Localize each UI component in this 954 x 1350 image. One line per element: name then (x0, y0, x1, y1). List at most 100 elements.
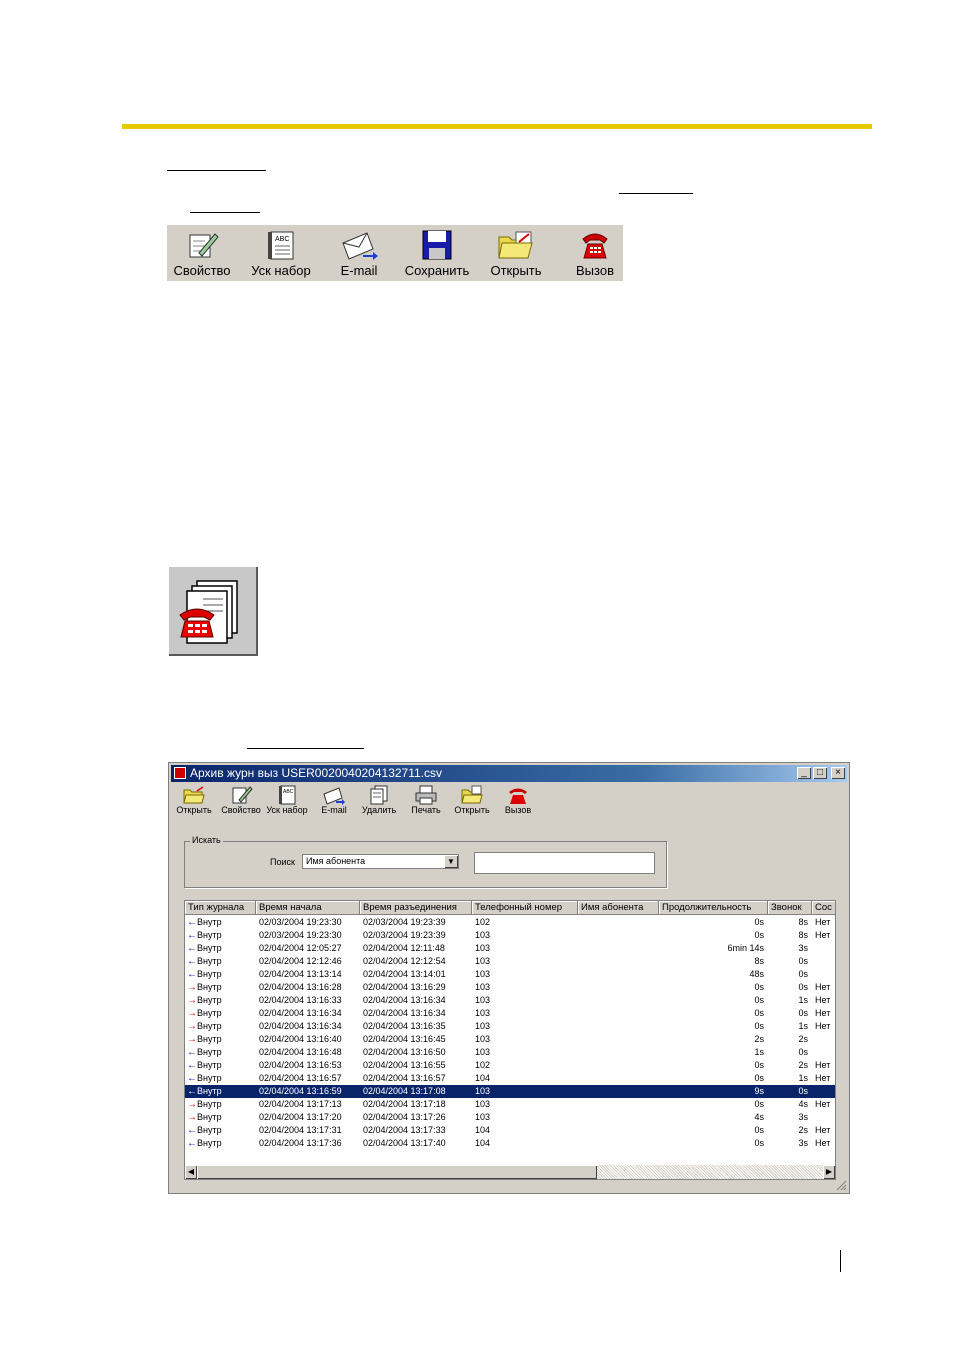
resize-grip-icon[interactable] (835, 1179, 847, 1191)
property-button[interactable]: Свойство (221, 785, 261, 815)
log-type: Внутр (197, 1086, 222, 1096)
ring-cell: 8s (798, 930, 808, 940)
column-header[interactable]: Телефонный номер (472, 901, 578, 915)
column-header[interactable]: Время разъединения (360, 901, 472, 915)
email-label: E-mail (321, 805, 347, 815)
minimize-button[interactable]: _ (797, 767, 811, 779)
open-label: Открыть (490, 263, 542, 278)
arrow-left-icon: ← (187, 943, 197, 954)
open-button[interactable]: Открыть (485, 225, 547, 281)
status-cell: Нет (815, 1099, 831, 1109)
number-cell: 103 (475, 1112, 491, 1122)
ring-cell: 0s (798, 982, 808, 992)
open-folder-icon (498, 231, 533, 259)
save-button[interactable]: Сохранить (400, 225, 474, 281)
delete-button[interactable]: Удалить (359, 785, 399, 815)
open-button[interactable]: Открыть (176, 785, 212, 815)
scroll-right-icon[interactable]: ▶ (823, 1165, 835, 1179)
email-icon (323, 787, 345, 805)
number-cell: 103 (475, 1008, 491, 1018)
table-row[interactable]: →Внутр 02/04/2004 13:16:34 02/04/2004 13:1… (185, 1007, 835, 1020)
log-type: Внутр (197, 943, 222, 953)
scroll-left-icon[interactable]: ◀ (185, 1165, 197, 1179)
table-row[interactable]: →Внутр 02/04/2004 13:17:13 02/04/2004 13:1… (185, 1098, 835, 1111)
print-button[interactable]: Печать (407, 785, 445, 815)
column-header[interactable]: Сос (812, 901, 835, 915)
table-row[interactable]: ←Внутр 02/03/2004 19:23:30 02/03/2004 19:2… (185, 916, 835, 929)
duration-cell: 2s (754, 1034, 764, 1044)
table-row[interactable]: ←Внутр 02/04/2004 13:16:48 02/04/2004 13:1… (185, 1046, 835, 1059)
ring-cell: 1s (798, 1073, 808, 1083)
property-button[interactable]: Свойство (167, 225, 237, 281)
search-field-select[interactable]: Имя абонента ▼ (302, 854, 459, 869)
duration-cell: 0s (754, 1125, 764, 1135)
scrollbar-thumb[interactable] (197, 1165, 597, 1179)
close-button[interactable]: × (831, 767, 845, 779)
svg-text:ABC: ABC (283, 789, 294, 795)
log-type-cell: →Внутр (187, 1007, 256, 1020)
speed-dial-button[interactable]: ABC Уск набор (265, 785, 309, 815)
table-row[interactable]: →Внутр 02/04/2004 13:16:33 02/04/2004 13:1… (185, 994, 835, 1007)
horizontal-scrollbar[interactable]: ◀ ▶ (185, 1165, 835, 1179)
header-rule (122, 124, 872, 129)
ring-cell: 0s (798, 969, 808, 979)
search-input[interactable] (474, 852, 655, 874)
arrow-left-icon: ← (187, 1086, 197, 1097)
column-header[interactable]: Имя абонента (578, 901, 659, 915)
ring-cell: 3s (798, 1138, 808, 1148)
column-header[interactable]: Звонок (768, 901, 812, 915)
chevron-down-icon[interactable]: ▼ (444, 855, 458, 868)
table-row[interactable]: →Внутр 02/04/2004 13:16:40 02/04/2004 13:1… (185, 1033, 835, 1046)
number-cell: 104 (475, 1073, 491, 1083)
duration-cell: 0s (754, 1138, 764, 1148)
open-button-2[interactable]: Открыть (453, 785, 491, 815)
table-row[interactable]: ←Внутр 02/04/2004 12:12:46 02/04/2004 12:1… (185, 955, 835, 968)
table-row[interactable]: ←Внутр 02/04/2004 13:17:31 02/04/2004 13:1… (185, 1124, 835, 1137)
column-header[interactable]: Тип журнала (185, 901, 256, 915)
underline-3 (190, 212, 260, 213)
table-row[interactable]: ←Внутр 02/03/2004 19:23:30 02/03/2004 19:2… (185, 929, 835, 942)
arrow-right-icon: → (187, 1021, 197, 1032)
speed-dial-label: Уск набор (266, 805, 308, 815)
call-log-button[interactable] (167, 565, 258, 656)
table-row[interactable]: ←Внутр 02/04/2004 13:17:36 02/04/2004 13:1… (185, 1137, 835, 1150)
call-button[interactable]: Вызов (567, 225, 623, 281)
arrow-right-icon: → (187, 995, 197, 1006)
speed-dial-button[interactable]: ABC Уск набор (243, 225, 319, 281)
email-button[interactable]: E-mail (327, 225, 391, 281)
column-header[interactable]: Время начала (256, 901, 360, 915)
title-bar[interactable]: Архив журн выз USER0020040204132711.csv … (171, 765, 847, 782)
end-cell: 02/04/2004 13:17:33 (363, 1125, 446, 1135)
column-header[interactable]: Продолжительность (659, 901, 768, 915)
log-type: Внутр (197, 1125, 222, 1135)
ring-cell: 3s (798, 943, 808, 953)
email-button[interactable]: E-mail (317, 785, 351, 815)
duration-cell: 4s (754, 1112, 764, 1122)
table-row[interactable]: →Внутр 02/04/2004 13:16:34 02/04/2004 13:1… (185, 1020, 835, 1033)
ring-cell: 0s (798, 956, 808, 966)
end-cell: 02/03/2004 19:23:39 (363, 917, 446, 927)
delete-icon (370, 785, 388, 805)
table-row[interactable]: →Внутр 02/04/2004 13:17:20 02/04/2004 13:1… (185, 1111, 835, 1124)
table-row[interactable]: ←Внутр 02/04/2004 13:16:57 02/04/2004 13:1… (185, 1072, 835, 1085)
start-cell: 02/04/2004 13:17:36 (259, 1138, 342, 1148)
number-cell: 104 (475, 1125, 491, 1135)
status-cell: Нет (815, 1021, 831, 1031)
arrow-left-icon: ← (187, 1125, 197, 1136)
table-row[interactable]: ←Внутр 02/04/2004 13:13:14 02/04/2004 13:1… (185, 968, 835, 981)
ring-cell: 1s (798, 1021, 808, 1031)
duration-cell: 0s (754, 1073, 764, 1083)
table-row[interactable]: ←Внутр 02/04/2004 13:16:59 02/04/2004 13:1… (185, 1085, 835, 1098)
table-row[interactable]: ←Внутр 02/04/2004 13:16:53 02/04/2004 13:1… (185, 1059, 835, 1072)
open-folder-icon (461, 785, 483, 804)
status-cell: Нет (815, 930, 831, 940)
open-label-2: Открыть (454, 805, 490, 815)
status-cell: Нет (815, 1125, 831, 1135)
property-icon (189, 233, 219, 258)
maximize-button[interactable]: □ (813, 767, 827, 779)
call-button[interactable]: Вызов (501, 785, 535, 815)
table-row[interactable]: →Внутр 02/04/2004 13:16:28 02/04/2004 13:1… (185, 981, 835, 994)
table-row[interactable]: ←Внутр 02/04/2004 12:05:27 02/04/2004 12:1… (185, 942, 835, 955)
log-type-cell: ←Внутр (187, 1137, 256, 1150)
property-icon (232, 786, 253, 804)
